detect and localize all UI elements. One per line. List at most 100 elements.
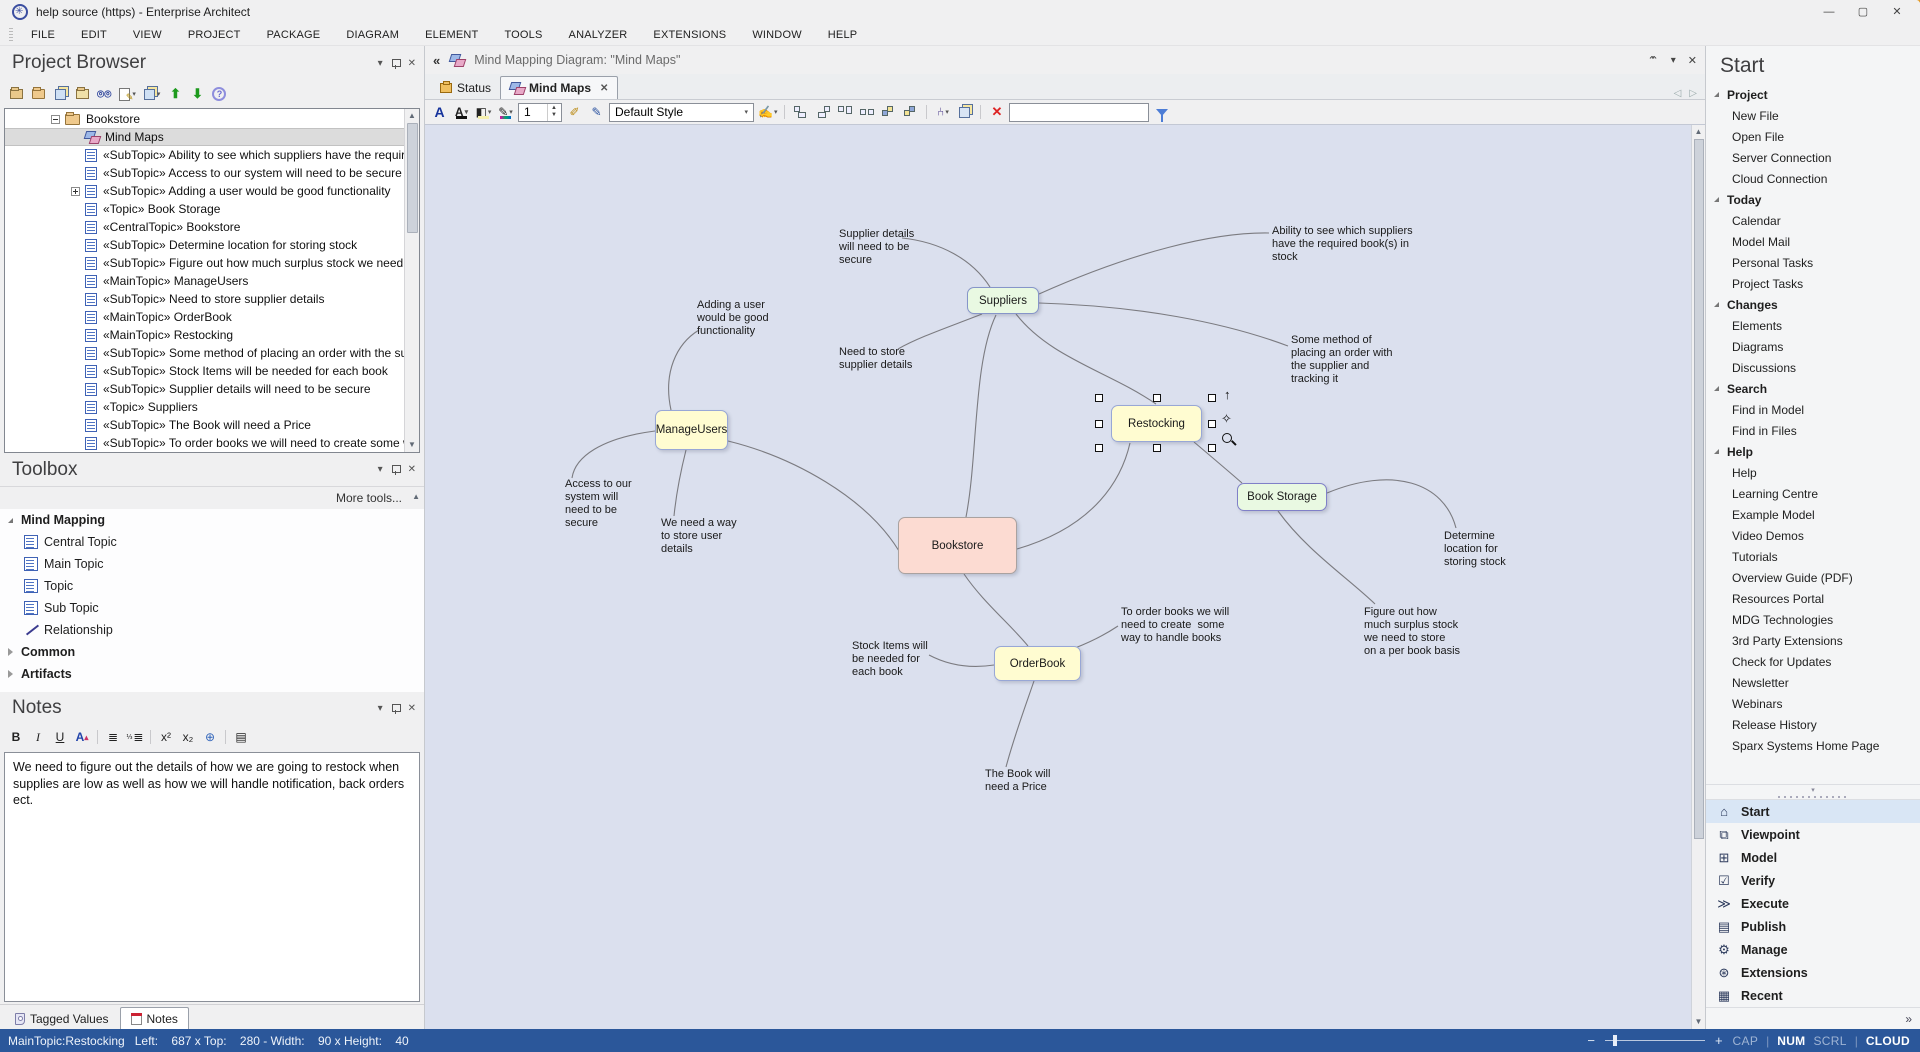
- tree-row[interactable]: «SubTopic» Figure out how much surplus s…: [5, 254, 404, 272]
- minimize-button[interactable]: —: [1812, 2, 1846, 22]
- close-pane-icon[interactable]: ✕: [408, 464, 416, 475]
- diagram-tab-status[interactable]: Status: [431, 76, 500, 99]
- hyperlink-button[interactable]: ⊕: [200, 727, 220, 747]
- close-tab-icon[interactable]: ✕: [600, 83, 608, 94]
- tree-row[interactable]: «SubTopic» Stock Items will be needed fo…: [5, 362, 404, 380]
- space-evenly-button[interactable]: [857, 102, 876, 122]
- tree-row[interactable]: Mind Maps: [5, 128, 404, 146]
- font-color-button[interactable]: A▴: [72, 727, 92, 747]
- tree-row[interactable]: «Topic» Suppliers: [5, 398, 404, 416]
- tree-row[interactable]: «SubTopic» Ability to see which supplier…: [5, 146, 404, 164]
- mindmap-node-manageusers[interactable]: ManageUsers: [655, 410, 728, 450]
- mindmap-node-restocking[interactable]: Restocking: [1111, 405, 1202, 442]
- toolbox-scroll-up-icon[interactable]: ▲: [412, 492, 420, 501]
- mindmap-node-bookstorage[interactable]: Book Storage: [1237, 483, 1327, 511]
- toolbox-item-central-topic[interactable]: Central Topic: [0, 531, 424, 553]
- new-element-button[interactable]: [72, 84, 92, 104]
- pane-menu-icon[interactable]: ▾: [378, 464, 383, 475]
- tab-nav-right-icon[interactable]: ▷: [1689, 88, 1697, 99]
- font-color-button[interactable]: A▾: [452, 102, 471, 122]
- fill-color-button[interactable]: ◧▾: [474, 102, 493, 122]
- start-item-sparx-systems-home-page[interactable]: Sparx Systems Home Page: [1706, 735, 1920, 756]
- mindmap-subtopic-stock-items[interactable]: Stock Items will be needed for each book: [852, 640, 928, 679]
- menu-item-element[interactable]: ELEMENT: [412, 26, 491, 44]
- start-item-project-tasks[interactable]: Project Tasks: [1706, 273, 1920, 294]
- bullet-list-button[interactable]: ≣: [103, 727, 123, 747]
- start-item-open-file[interactable]: Open File: [1706, 126, 1920, 147]
- help-button[interactable]: ?: [209, 84, 229, 104]
- pane-menu-icon[interactable]: ▾: [1671, 55, 1676, 66]
- menu-item-package[interactable]: PACKAGE: [254, 26, 334, 44]
- diagram-properties-button[interactable]: [955, 102, 974, 122]
- pin-icon[interactable]: [392, 464, 399, 475]
- menu-item-view[interactable]: VIEW: [120, 26, 175, 44]
- pin-icon[interactable]: [392, 58, 399, 69]
- tree-scrollbar[interactable]: ▲ ▼: [404, 109, 419, 452]
- move-down-button[interactable]: ⬇: [187, 84, 207, 104]
- mindmap-node-bookstore[interactable]: Bookstore: [898, 517, 1017, 574]
- align-right-button[interactable]: [813, 102, 832, 122]
- menu-item-edit[interactable]: EDIT: [68, 26, 120, 44]
- subscript-button[interactable]: x₂: [178, 727, 198, 747]
- pane-menu-icon[interactable]: ▾: [378, 703, 383, 714]
- start-item-learning-centre[interactable]: Learning Centre: [1706, 483, 1920, 504]
- toolbox-item-main-topic[interactable]: Main Topic: [0, 553, 424, 575]
- dock-tab-tagged-values[interactable]: Tagged Values: [4, 1007, 120, 1029]
- menu-item-window[interactable]: WINDOW: [739, 26, 814, 44]
- toolbox-item-relationship[interactable]: Relationship: [0, 619, 424, 641]
- ribbon-tab-model[interactable]: ⊞Model: [1706, 846, 1920, 869]
- ribbon-overflow-chevrons[interactable]: »: [1905, 1012, 1912, 1026]
- bold-button[interactable]: B: [6, 727, 26, 747]
- start-item-release-history[interactable]: Release History: [1706, 714, 1920, 735]
- quicklink-arrow-icon[interactable]: ↑: [1224, 387, 1231, 402]
- collapse-left-icon[interactable]: «: [433, 53, 440, 68]
- start-section-today[interactable]: Today: [1706, 189, 1920, 210]
- underline-button[interactable]: U: [50, 727, 70, 747]
- new-note-button[interactable]: ▤: [231, 727, 251, 747]
- eyedropper-icon[interactable]: ✎: [587, 102, 606, 122]
- expand-icon[interactable]: [71, 187, 80, 196]
- start-item-mdg-technologies[interactable]: MDG Technologies: [1706, 609, 1920, 630]
- filter-icon[interactable]: [1152, 102, 1171, 122]
- start-item-discussions[interactable]: Discussions: [1706, 357, 1920, 378]
- mindmap-subtopic-supplier-details[interactable]: Supplier details will need to be secure: [839, 228, 914, 267]
- mindmap-node-suppliers[interactable]: Suppliers: [967, 287, 1039, 314]
- copy-paste-button[interactable]: ▾: [141, 84, 164, 104]
- align-left-button[interactable]: [791, 102, 810, 122]
- start-item-new-file[interactable]: New File: [1706, 105, 1920, 126]
- close-button[interactable]: ✕: [1880, 2, 1914, 22]
- menu-item-diagram[interactable]: DIAGRAM: [333, 26, 412, 44]
- start-item-find-in-files[interactable]: Find in Files: [1706, 420, 1920, 441]
- zoom-element-icon[interactable]: [1222, 433, 1232, 443]
- diagram-canvas[interactable]: SuppliersManageUsersRestocking↑✧Book Sto…: [425, 124, 1705, 1029]
- save-style-button[interactable]: ✍▾: [757, 102, 778, 122]
- ribbon-tab-viewpoint[interactable]: ⧉Viewpoint: [1706, 823, 1920, 846]
- start-item-3rd-party-extensions[interactable]: 3rd Party Extensions: [1706, 630, 1920, 651]
- start-item-example-model[interactable]: Example Model: [1706, 504, 1920, 525]
- tree-row[interactable]: «MainTopic» Restocking: [5, 326, 404, 344]
- pin-icon[interactable]: [392, 703, 399, 714]
- start-section-search[interactable]: Search: [1706, 378, 1920, 399]
- start-item-newsletter[interactable]: Newsletter: [1706, 672, 1920, 693]
- start-item-server-connection[interactable]: Server Connection: [1706, 147, 1920, 168]
- format-painter-icon[interactable]: ✐: [565, 102, 584, 122]
- ribbon-tab-verify[interactable]: ☑Verify: [1706, 869, 1920, 892]
- start-item-video-demos[interactable]: Video Demos: [1706, 525, 1920, 546]
- close-pane-icon[interactable]: ✕: [408, 58, 416, 69]
- tree-row[interactable]: «CentralTopic» Bookstore: [5, 218, 404, 236]
- tree-row[interactable]: «MainTopic» OrderBook: [5, 308, 404, 326]
- menu-item-help[interactable]: HELP: [815, 26, 871, 44]
- zoom-in-button[interactable]: +: [1715, 1033, 1723, 1048]
- send-to-back-button[interactable]: [901, 102, 920, 122]
- mindmap-subtopic-access[interactable]: Access to our system will need to be sec…: [565, 478, 632, 530]
- selection-handle[interactable]: [1153, 444, 1161, 452]
- menu-item-project[interactable]: PROJECT: [175, 26, 254, 44]
- tree-row[interactable]: «SubTopic» Need to store supplier detail…: [5, 290, 404, 308]
- ribbon-tab-execute[interactable]: ≫Execute: [1706, 892, 1920, 915]
- align-top-button[interactable]: [835, 102, 854, 122]
- mindmap-subtopic-adding-user[interactable]: Adding a user would be good functionalit…: [697, 299, 769, 338]
- numbered-list-button[interactable]: ⅓≣: [125, 727, 145, 747]
- start-item-tutorials[interactable]: Tutorials: [1706, 546, 1920, 567]
- diagram-filter-input[interactable]: [1009, 103, 1149, 122]
- start-item-find-in-model[interactable]: Find in Model: [1706, 399, 1920, 420]
